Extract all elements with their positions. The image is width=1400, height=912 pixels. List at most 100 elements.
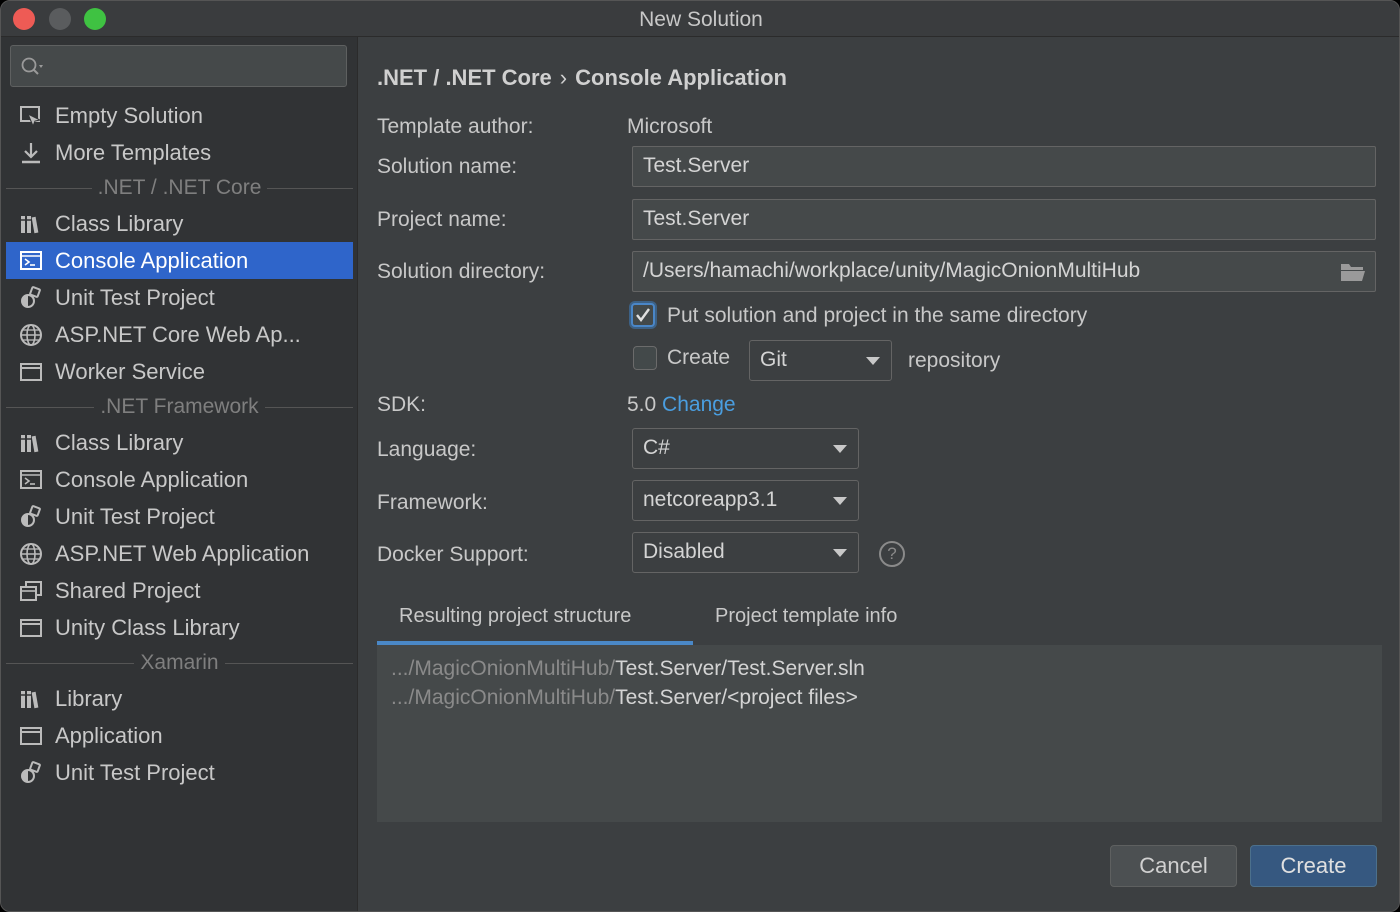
template-list: Empty Solution More Templates .NET / .NE… [1,97,358,791]
sidebar-item-label: Application [55,722,163,748]
sidebar-item-label: ASP.NET Web Application [55,540,310,566]
empty-solution-icon [19,104,43,128]
solution-directory-label: Solution directory: [377,260,546,283]
sdk-value-group: 5.0 Change [627,393,736,417]
create-repository-label: Create [667,346,731,369]
project-name-label: Project name: [377,208,507,231]
template-author-label: Template author: [377,115,534,138]
cancel-button[interactable]: Cancel [1110,845,1237,887]
solution-name-label: Solution name: [377,155,518,178]
sidebar-item-label: Unit Test Project [55,503,215,529]
same-directory-label: Put solution and project in the same dir… [667,304,1088,327]
library-icon [19,431,43,455]
sidebar-item-unit-test-project[interactable]: Unit Test Project [1,498,358,535]
sidebar-item-class-library[interactable]: Class Library [1,205,358,242]
solution-directory-field[interactable]: /Users/hamachi/workplace/unity/MagicOnio… [632,251,1376,292]
sidebar-item-label: More Templates [55,139,212,165]
window-icon [19,724,43,748]
sidebar-item-aspnet-web-application[interactable]: ASP.NET Web Application [1,535,358,572]
sidebar-item-application[interactable]: Application [1,717,358,754]
breadcrumb-current: Console Application [575,65,787,90]
create-button[interactable]: Create [1250,845,1377,887]
docker-support-select[interactable]: Disabled [632,532,859,573]
checkmark-icon [636,308,650,322]
chevron-down-icon [866,357,880,365]
sidebar-item-empty-solution[interactable]: Empty Solution [1,97,358,134]
unit-test-icon [19,285,43,310]
solution-name-field[interactable]: Test.Server [632,146,1376,187]
title-bar: New Solution [1,1,1399,37]
breadcrumb-separator: › [559,65,568,90]
globe-icon [19,542,43,566]
shared-project-icon [19,579,43,603]
window-icon [19,616,43,640]
repository-suffix-label: repository [908,349,1001,372]
globe-icon [19,323,43,347]
breadcrumb: .NET / .NET Core › Console Application [377,65,787,91]
library-icon [19,687,43,711]
unit-test-icon [19,760,43,785]
template-sidebar: Empty Solution More Templates .NET / .NE… [1,37,358,911]
console-icon [19,249,43,273]
new-solution-window: New Solution Empty Solution More Templat… [0,0,1400,912]
group-header-dotnet-core: .NET / .NET Core [1,171,358,205]
sidebar-item-label: Class Library [55,210,184,236]
sdk-label: SDK: [377,393,427,416]
sidebar-item-label: Library [55,685,123,711]
sidebar-item-label: Worker Service [55,358,205,384]
project-name-field[interactable]: Test.Server [632,199,1376,240]
sidebar-item-shared-project[interactable]: Shared Project [1,572,358,609]
solution-directory-value: /Users/hamachi/workplace/unity/MagicOnio… [643,259,1141,282]
sidebar-item-label: Unit Test Project [55,759,215,785]
sdk-version: 5.0 [627,393,657,416]
docker-support-label: Docker Support: [377,543,529,566]
sidebar-item-unit-test-project[interactable]: Unit Test Project [1,754,358,791]
sidebar-item-label: Unit Test Project [55,284,215,310]
same-directory-checkbox[interactable] [631,303,655,327]
sidebar-item-console-application[interactable]: Console Application [6,242,353,279]
folder-icon[interactable] [1339,260,1367,284]
console-icon [19,468,43,492]
window-icon [19,360,43,384]
sidebar-item-label: Class Library [55,429,184,455]
sidebar-item-label: Console Application [55,466,249,492]
template-search-input[interactable] [10,45,347,87]
framework-label: Framework: [377,491,488,514]
group-header-xamarin: Xamarin [1,646,358,680]
framework-select[interactable]: netcoreapp3.1 [632,480,859,521]
sidebar-item-more-templates[interactable]: More Templates [1,134,358,171]
sidebar-item-label: Shared Project [55,577,201,603]
sidebar-item-worker-service[interactable]: Worker Service [1,353,358,390]
chevron-down-icon [833,445,847,453]
change-sdk-link[interactable]: Change [662,393,736,416]
solution-settings-panel: .NET / .NET Core › Console Application Tem… [359,37,1399,911]
sidebar-item-console-application[interactable]: Console Application [1,461,358,498]
unit-test-icon [19,504,43,529]
search-icon [21,57,43,75]
help-icon[interactable]: ? [879,541,905,567]
window-title: New Solution [639,8,763,31]
sidebar-item-label: Unity Class Library [55,614,240,640]
library-icon [19,212,43,236]
sidebar-item-unity-class-library[interactable]: Unity Class Library [1,609,358,646]
sidebar-item-library[interactable]: Library [1,680,358,717]
vcs-select[interactable]: Git [749,340,892,381]
sidebar-item-class-library[interactable]: Class Library [1,424,358,461]
sidebar-item-unit-test-project[interactable]: Unit Test Project [1,279,358,316]
download-icon [19,141,43,165]
sidebar-item-label: Empty Solution [55,102,203,128]
tab-project-template-info[interactable]: Project template info [693,597,919,645]
project-structure-panel: .../MagicOnionMultiHub/Test.Server/Test.… [377,645,1382,822]
breadcrumb-parent: .NET / .NET Core [377,65,552,90]
sidebar-item-aspnet-core-web-app[interactable]: ASP.NET Core Web Ap... [1,316,358,353]
language-select[interactable]: C# [632,428,859,469]
group-header-dotnet-framework: .NET Framework [1,390,358,424]
chevron-down-icon [833,497,847,505]
tab-resulting-project-structure[interactable]: Resulting project structure [377,597,693,645]
language-label: Language: [377,438,477,461]
create-repository-checkbox[interactable] [633,346,657,370]
chevron-down-icon [833,549,847,557]
template-author-value: Microsoft [627,115,713,138]
sidebar-item-label: ASP.NET Core Web Ap... [55,321,301,347]
structure-line: .../MagicOnionMultiHub/Test.Server/<proj… [391,686,858,709]
